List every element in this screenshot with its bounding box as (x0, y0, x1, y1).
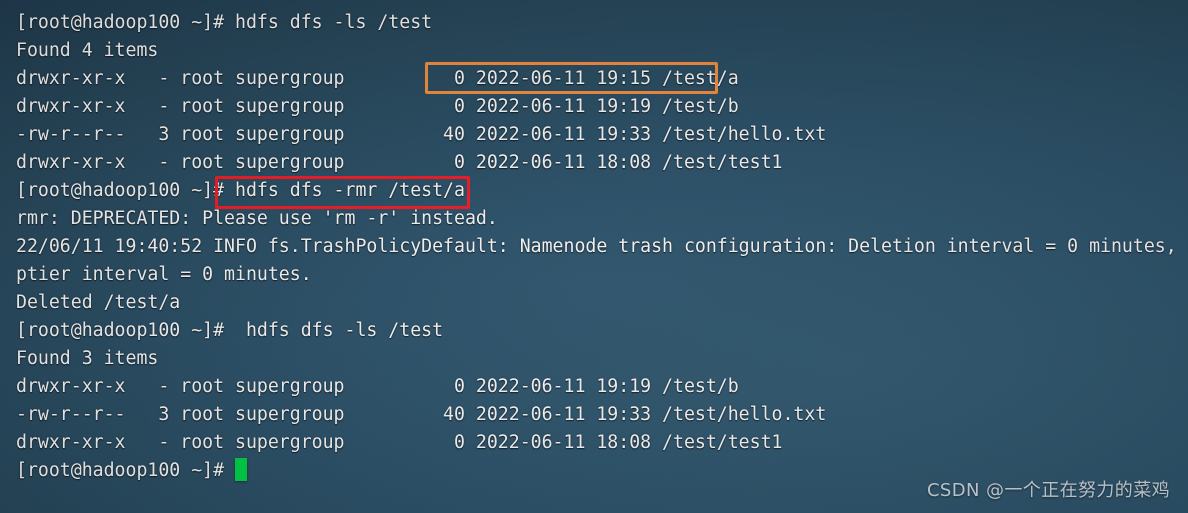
terminal-line-output: -rw-r--r-- 3 root supergroup 40 2022-06-… (16, 124, 827, 145)
text-cursor (235, 458, 247, 481)
terminal-screen[interactable]: [root@hadoop100 ~]# hdfs dfs -ls /test F… (0, 0, 1188, 513)
terminal-line-output: Found 4 items (16, 40, 159, 61)
terminal-line-output: drwxr-xr-x - root supergroup 0 2022-06-1… (16, 376, 739, 397)
terminal-line-output: Found 3 items (16, 348, 159, 369)
terminal-line-output: drwxr-xr-x - root supergroup 0 2022-06-1… (16, 68, 739, 89)
terminal-line-command: [root@hadoop100 ~]# hdfs dfs -rmr /test/… (16, 180, 465, 201)
terminal-line-output: drwxr-xr-x - root supergroup 0 2022-06-1… (16, 432, 783, 453)
terminal-line-output: drwxr-xr-x - root supergroup 0 2022-06-1… (16, 152, 783, 173)
terminal-line-output: ptier interval = 0 minutes. (16, 264, 312, 285)
csdn-watermark: CSDN @一个正在努力的菜鸡 (926, 480, 1170, 501)
terminal-window[interactable]: [root@hadoop100 ~]# hdfs dfs -ls /test F… (0, 0, 1188, 513)
terminal-line-command: [root@hadoop100 ~]# hdfs dfs -ls /test (16, 12, 433, 33)
prompt-text: [root@hadoop100 ~]# (16, 460, 235, 481)
terminal-line-output: rmr: DEPRECATED: Please use 'rm -r' inst… (16, 208, 498, 229)
terminal-line-output: Deleted /test/a (16, 292, 181, 313)
terminal-line-output: -rw-r--r-- 3 root supergroup 40 2022-06-… (16, 404, 827, 425)
terminal-line-output: 22/06/11 19:40:52 INFO fs.TrashPolicyDef… (16, 236, 1188, 257)
terminal-line-command: [root@hadoop100 ~]# hdfs dfs -ls /test (16, 320, 444, 341)
terminal-line-output: drwxr-xr-x - root supergroup 0 2022-06-1… (16, 96, 739, 117)
